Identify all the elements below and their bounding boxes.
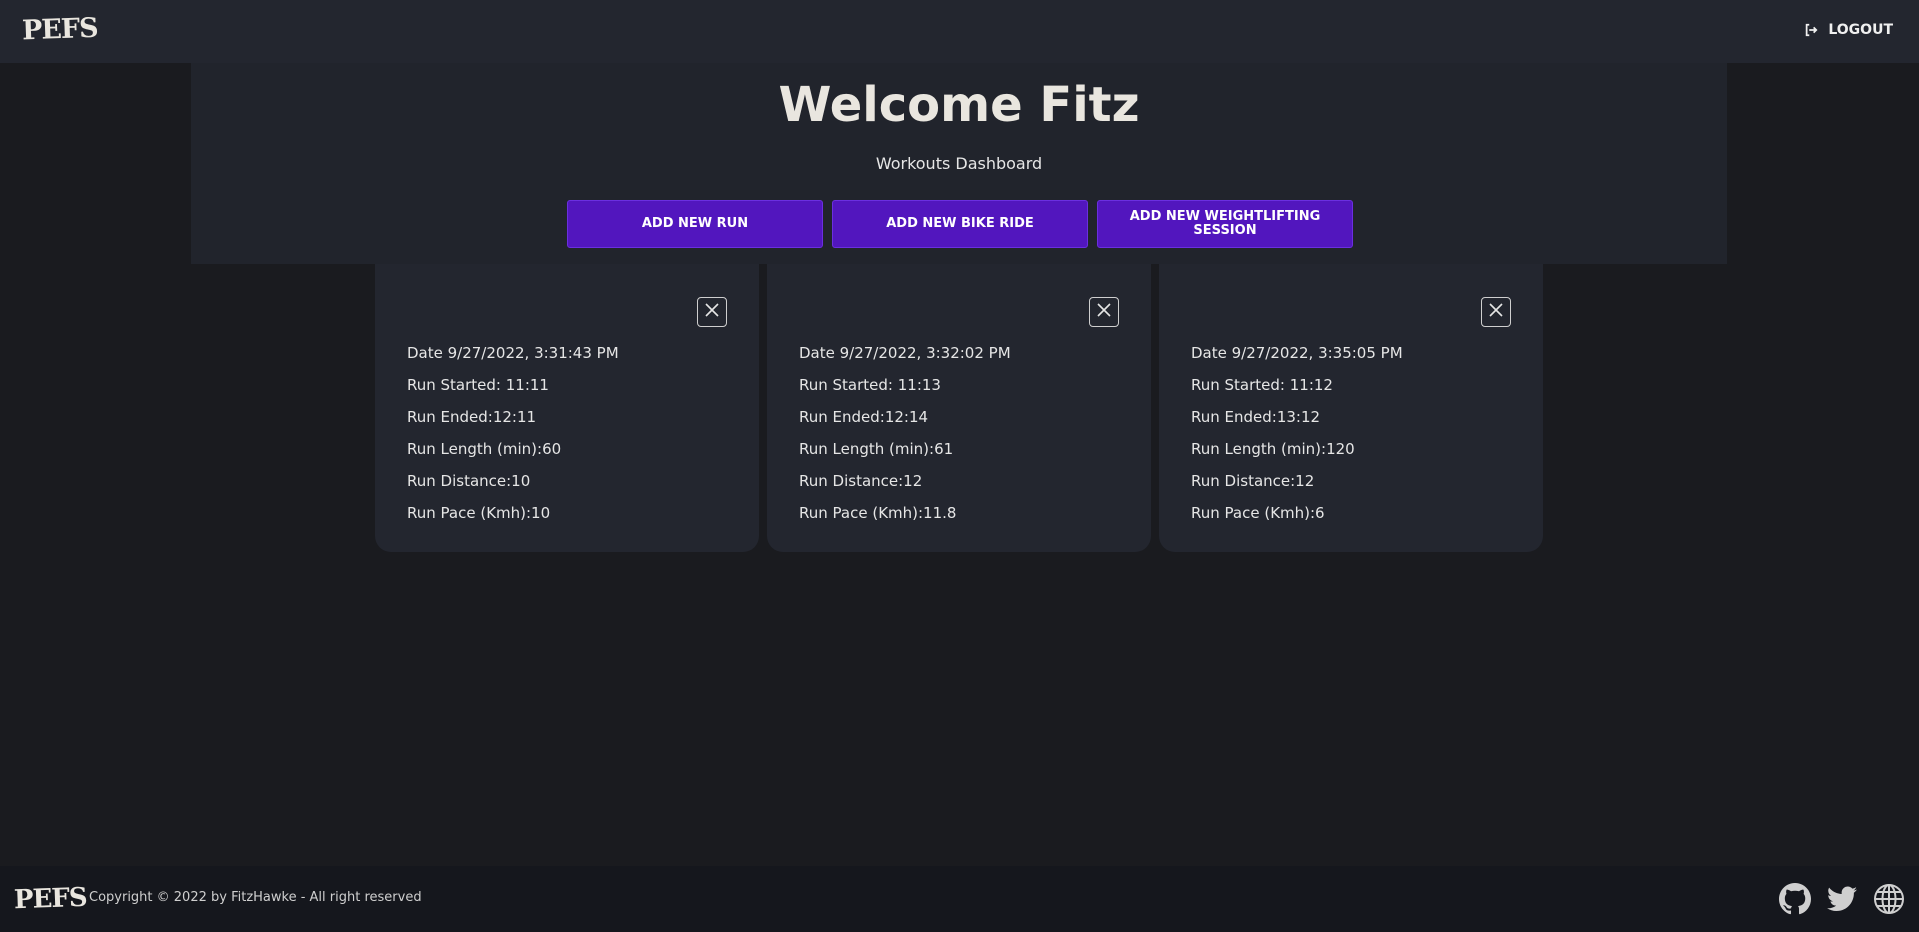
add-new-bike-ride-button[interactable]: ADD NEW BIKE RIDE: [832, 200, 1088, 248]
run-cards: Date 9/27/2022, 3:31:43 PM Run Started: …: [375, 264, 1543, 552]
run-date: Date 9/27/2022, 3:35:05 PM: [1191, 344, 1403, 362]
run-length: Run Length (min):61: [799, 440, 954, 458]
run-distance: Run Distance:12: [799, 472, 923, 490]
run-distance: Run Distance:10: [407, 472, 531, 490]
run-pace: Run Pace (Kmh):10: [407, 504, 551, 522]
close-icon: [1488, 302, 1504, 322]
add-new-run-button[interactable]: ADD NEW RUN: [567, 200, 823, 248]
run-ended: Run Ended:13:12: [1191, 408, 1321, 426]
github-icon[interactable]: [1779, 883, 1811, 919]
run-date: Date 9/27/2022, 3:32:02 PM: [799, 344, 1011, 362]
run-length: Run Length (min):120: [1191, 440, 1355, 458]
run-pace: Run Pace (Kmh):6: [1191, 504, 1325, 522]
run-card: Date 9/27/2022, 3:31:43 PM Run Started: …: [375, 264, 759, 552]
run-length: Run Length (min):60: [407, 440, 562, 458]
add-workout-buttons: ADD NEW RUN ADD NEW BIKE RIDE ADD NEW WE…: [567, 200, 1353, 248]
run-started: Run Started: 11:12: [1191, 376, 1333, 394]
dashboard-header: Welcome Fitz Workouts Dashboard ADD NEW …: [191, 63, 1727, 264]
delete-run-button[interactable]: [697, 297, 727, 327]
run-pace: Run Pace (Kmh):11.8: [799, 504, 957, 522]
footer: PEFS Copyright © 2022 by FitzHawke - All…: [0, 866, 1919, 932]
close-icon: [704, 302, 720, 322]
run-started: Run Started: 11:13: [799, 376, 941, 394]
delete-run-button[interactable]: [1481, 297, 1511, 327]
delete-run-button[interactable]: [1089, 297, 1119, 327]
page-title: Welcome Fitz: [778, 77, 1140, 133]
run-card: Date 9/27/2022, 3:35:05 PM Run Started: …: [1159, 264, 1543, 552]
globe-icon[interactable]: [1873, 883, 1905, 919]
twitter-icon[interactable]: [1827, 886, 1857, 916]
run-date: Date 9/27/2022, 3:31:43 PM: [407, 344, 619, 362]
copyright-text: Copyright © 2022 by FitzHawke - All righ…: [89, 890, 422, 905]
brand-logo[interactable]: PEFS: [21, 13, 98, 47]
logout-label: LOGOUT: [1828, 22, 1893, 38]
run-ended: Run Ended:12:14: [799, 408, 929, 426]
run-ended: Run Ended:12:11: [407, 408, 537, 426]
close-icon: [1096, 302, 1112, 322]
page-subtitle: Workouts Dashboard: [875, 154, 1043, 173]
run-card: Date 9/27/2022, 3:32:02 PM Run Started: …: [767, 264, 1151, 552]
navbar: PEFS LOGOUT: [0, 0, 1919, 63]
social-links: [1779, 883, 1905, 919]
footer-logo: PEFS: [13, 882, 88, 916]
run-started: Run Started: 11:11: [407, 376, 549, 394]
run-distance: Run Distance:12: [1191, 472, 1315, 490]
add-new-weightlifting-session-button[interactable]: ADD NEW WEIGHTLIFTING SESSION: [1097, 200, 1353, 248]
logout-button[interactable]: LOGOUT: [1804, 22, 1893, 38]
logout-icon: [1804, 23, 1818, 37]
